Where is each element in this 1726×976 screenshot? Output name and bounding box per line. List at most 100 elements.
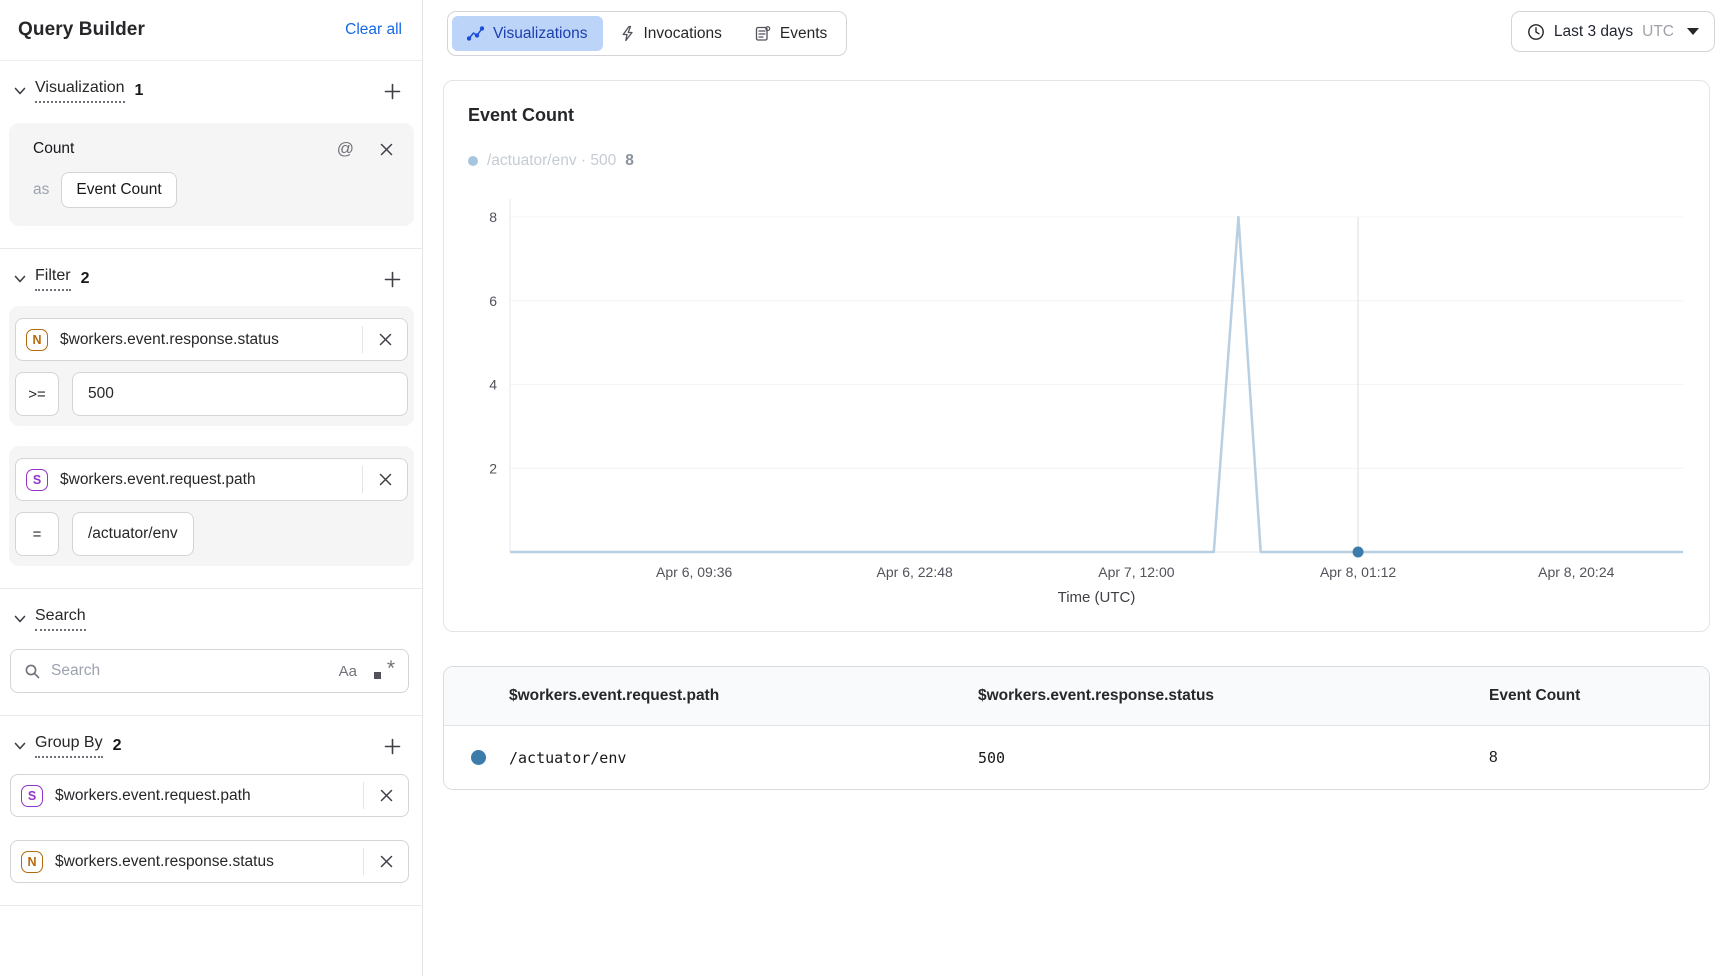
visualization-count: 1 bbox=[135, 82, 144, 100]
regex-toggle-icon[interactable]: * bbox=[373, 660, 395, 682]
group-by-section: Group By 2 S $workers.event.request.path… bbox=[0, 716, 422, 905]
group-by-field-name: $workers.event.request.path bbox=[55, 787, 251, 805]
chevron-down-icon[interactable] bbox=[12, 738, 28, 754]
filter-count: 2 bbox=[81, 270, 90, 288]
legend-series-label: /actuator/env · 500 bbox=[487, 152, 616, 170]
cell-status: 500 bbox=[978, 749, 1489, 767]
svg-text:2: 2 bbox=[489, 460, 497, 476]
filter-field-chip[interactable]: S $workers.event.request.path bbox=[15, 458, 408, 501]
svg-text:6: 6 bbox=[489, 293, 497, 309]
group-by-field-name: $workers.event.response.status bbox=[55, 853, 274, 871]
sidebar-header: Query Builder Clear all bbox=[0, 0, 422, 61]
page-title: Query Builder bbox=[18, 19, 145, 41]
tab-events[interactable]: Events bbox=[739, 16, 842, 51]
filter-operator-select[interactable]: >= bbox=[15, 372, 59, 416]
divider bbox=[0, 905, 422, 906]
search-input[interactable]: Search Aa * bbox=[10, 649, 409, 693]
cell-event-count: 8 bbox=[1489, 749, 1709, 767]
time-range-timezone: UTC bbox=[1642, 23, 1674, 41]
svg-text:4: 4 bbox=[489, 377, 497, 393]
filter-field-chip[interactable]: N $workers.event.response.status bbox=[15, 318, 408, 361]
svg-text:Apr 8, 20:24: Apr 8, 20:24 bbox=[1538, 564, 1614, 580]
time-range-selector[interactable]: Last 3 days UTC bbox=[1511, 11, 1715, 52]
chart-title: Event Count bbox=[468, 105, 1685, 126]
add-group-by-button[interactable] bbox=[380, 734, 404, 758]
tab-label: Visualizations bbox=[493, 25, 588, 43]
filter-row: S $workers.event.request.path = /actuato… bbox=[9, 446, 414, 566]
remove-visualization-button[interactable] bbox=[376, 139, 396, 159]
tab-label: Invocations bbox=[644, 25, 722, 43]
string-type-badge: S bbox=[26, 469, 48, 491]
event-count-chart[interactable]: 2 4 6 8 Apr 6, 09:36 Apr 6, 22:48 Apr 7, 12:00… bbox=[468, 192, 1685, 607]
filter-section-title: Filter bbox=[35, 267, 71, 291]
group-by-field-chip[interactable]: N $workers.event.response.status bbox=[10, 840, 409, 883]
filter-section: Filter 2 N $workers.event.response.statu… bbox=[0, 249, 422, 588]
cell-path: /actuator/env bbox=[509, 749, 978, 767]
column-header-status: $workers.event.response.status bbox=[978, 687, 1489, 705]
remove-filter-button[interactable] bbox=[363, 459, 407, 500]
series-color-dot bbox=[471, 750, 486, 765]
search-section-title: Search bbox=[35, 607, 86, 631]
svg-text:Apr 7, 12:00: Apr 7, 12:00 bbox=[1098, 564, 1174, 580]
tab-visualizations[interactable]: Visualizations bbox=[452, 16, 603, 51]
svg-text:Apr 8, 01:12: Apr 8, 01:12 bbox=[1320, 564, 1396, 580]
filter-operator-select[interactable]: = bbox=[15, 512, 59, 556]
chart-line-icon bbox=[467, 26, 484, 41]
svg-text:Apr 6, 09:36: Apr 6, 09:36 bbox=[656, 564, 732, 580]
visualization-card: Count @ as Event Count bbox=[9, 123, 414, 226]
table-row[interactable]: /actuator/env 500 8 bbox=[444, 726, 1709, 789]
add-filter-button[interactable] bbox=[380, 267, 404, 291]
clear-all-link[interactable]: Clear all bbox=[345, 21, 402, 39]
chevron-down-icon[interactable] bbox=[12, 83, 28, 99]
main-panel: Visualizations Invocations Events bbox=[423, 0, 1726, 976]
column-header-event-count: Event Count bbox=[1489, 687, 1709, 705]
table-header-row: $workers.event.request.path $workers.eve… bbox=[444, 667, 1709, 726]
add-visualization-button[interactable] bbox=[380, 79, 404, 103]
search-placeholder: Search bbox=[51, 662, 329, 680]
case-sensitive-toggle[interactable]: Aa bbox=[339, 663, 357, 680]
legend-series-value: 8 bbox=[625, 152, 634, 170]
filter-value-input[interactable]: 500 bbox=[72, 372, 408, 416]
string-type-badge: S bbox=[21, 785, 43, 807]
visualization-section: Visualization 1 Count @ as Event Count bbox=[0, 61, 422, 248]
filter-row: N $workers.event.response.status >= 500 bbox=[9, 306, 414, 426]
remove-group-by-button[interactable] bbox=[364, 775, 408, 816]
group-by-section-title: Group By bbox=[35, 734, 103, 758]
document-icon bbox=[754, 25, 771, 42]
lightning-icon bbox=[620, 25, 635, 42]
search-icon bbox=[24, 663, 41, 680]
chevron-down-icon[interactable] bbox=[12, 271, 28, 287]
filter-field-name: $workers.event.response.status bbox=[60, 331, 279, 349]
results-table: $workers.event.request.path $workers.eve… bbox=[443, 666, 1710, 790]
legend-dot bbox=[468, 156, 478, 166]
visualization-function: Count bbox=[33, 140, 74, 158]
top-bar: Visualizations Invocations Events bbox=[423, 0, 1726, 56]
query-builder-sidebar: Query Builder Clear all Visualization 1 … bbox=[0, 0, 423, 976]
svg-text:Time (UTC): Time (UTC) bbox=[1058, 589, 1136, 606]
remove-filter-button[interactable] bbox=[363, 319, 407, 360]
visualization-alias-input[interactable]: Event Count bbox=[61, 172, 176, 208]
at-icon[interactable]: @ bbox=[337, 139, 354, 159]
search-section: Search Search Aa * bbox=[0, 589, 422, 715]
time-range-label: Last 3 days bbox=[1554, 23, 1633, 41]
chart-legend[interactable]: /actuator/env · 500 8 bbox=[468, 152, 1685, 170]
filter-field-name: $workers.event.request.path bbox=[60, 471, 256, 489]
number-type-badge: N bbox=[26, 329, 48, 351]
tab-invocations[interactable]: Invocations bbox=[605, 16, 737, 51]
column-header-path: $workers.event.request.path bbox=[509, 687, 978, 705]
tab-label: Events bbox=[780, 25, 827, 43]
remove-group-by-button[interactable] bbox=[364, 841, 408, 882]
svg-text:8: 8 bbox=[489, 209, 497, 225]
view-tabs: Visualizations Invocations Events bbox=[447, 11, 847, 56]
group-by-field-chip[interactable]: S $workers.event.request.path bbox=[10, 774, 409, 817]
as-label: as bbox=[33, 181, 49, 199]
chevron-down-icon[interactable] bbox=[12, 611, 28, 627]
svg-text:Apr 6, 22:48: Apr 6, 22:48 bbox=[877, 564, 953, 580]
number-type-badge: N bbox=[21, 851, 43, 873]
filter-value-input[interactable]: /actuator/env bbox=[72, 512, 194, 556]
caret-down-icon bbox=[1687, 28, 1699, 35]
clock-icon bbox=[1527, 23, 1545, 41]
group-by-count: 2 bbox=[113, 737, 122, 755]
event-count-chart-card: Event Count /actuator/env · 500 8 2 4 6 8 Ap… bbox=[443, 80, 1710, 632]
visualization-section-title: Visualization bbox=[35, 79, 125, 103]
